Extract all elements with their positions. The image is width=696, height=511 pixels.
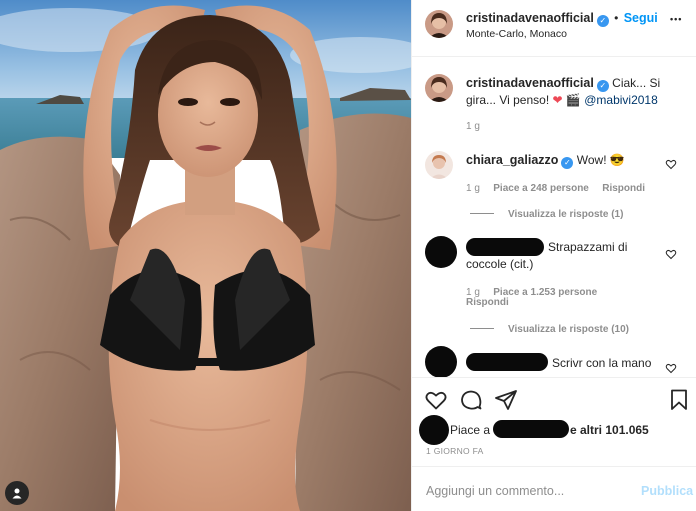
verified-icon: ✓	[561, 157, 574, 169]
actions-divider	[412, 377, 696, 378]
commenter-username[interactable]: chiara_galiazzo	[466, 153, 558, 167]
comment-meta: 1 g Piace a 1.253 persone	[466, 284, 597, 298]
clapper-emoji: 🎬	[565, 93, 581, 107]
post-side-panel: cristinadavenaofficial ✓ • Segui Monte-Ca…	[411, 0, 696, 511]
comment-icon[interactable]	[459, 388, 483, 412]
likes-count[interactable]: e altri 101.065	[570, 423, 649, 437]
post-timestamp[interactable]: 1 GIORNO FA	[426, 446, 484, 456]
location-link[interactable]: Monte-Carlo, Monaco	[466, 28, 567, 40]
header-separator: •	[614, 11, 619, 25]
caption-username[interactable]: cristinadavenaofficial	[466, 76, 594, 90]
view-replies-label: Visualizza le risposte (10)	[508, 324, 629, 335]
photo-image	[0, 0, 411, 511]
caption-line-2: gira... Vi penso! ❤ 🎬 @mabivi2018	[466, 93, 658, 107]
comment-likes[interactable]: Piace a 248 persone	[493, 183, 589, 194]
heart-small-icon[interactable]	[665, 158, 677, 170]
redacted-username	[466, 238, 544, 256]
comment-text-1: Strapazzami di	[548, 240, 628, 254]
comment-text: Wow!	[576, 153, 607, 167]
commenter-avatar[interactable]	[425, 151, 453, 179]
redacted-liker-avatar	[419, 415, 449, 445]
follow-button[interactable]: Segui	[624, 11, 658, 25]
verified-icon: ✓	[596, 80, 609, 92]
caption-mention[interactable]: @mabivi2018	[584, 93, 658, 107]
likes-prefix: Piace a	[450, 423, 491, 437]
caption-time[interactable]: 1 g	[466, 121, 480, 132]
comment-box-divider	[412, 466, 696, 467]
comment-meta: 1 g Piace a 248 persone Rispondi	[466, 180, 645, 194]
reply-button[interactable]: Rispondi	[466, 297, 509, 308]
save-icon[interactable]	[667, 388, 691, 412]
heart-small-icon[interactable]	[665, 248, 677, 260]
header-author-line: cristinadavenaofficial ✓ • Segui	[466, 11, 658, 27]
comment-input[interactable]: Aggiungi un commento...	[426, 484, 564, 498]
redacted-avatar	[425, 346, 457, 378]
comment-line: chiara_galiazzo ✓ Wow! 😎	[466, 153, 625, 169]
comment-text: Scrivr con la mano	[552, 356, 652, 370]
view-replies-line	[470, 328, 494, 329]
publish-button[interactable]: Pubblica	[641, 484, 693, 498]
view-replies-label: Visualizza le risposte (1)	[508, 209, 624, 220]
more-options-icon[interactable]: •••	[670, 14, 682, 24]
caption-text-1: Ciak... Si	[612, 76, 661, 90]
caption-text-2: gira... Vi penso!	[466, 93, 550, 107]
caption-avatar[interactable]	[425, 74, 453, 102]
share-icon[interactable]	[494, 388, 518, 412]
comment-time[interactable]: 1 g	[466, 183, 480, 194]
redacted-liker-name	[493, 420, 569, 438]
header-divider	[412, 56, 696, 57]
verified-icon: ✓	[596, 15, 609, 27]
caption-line-1: cristinadavenaofficial ✓ Ciak... Si	[466, 76, 660, 92]
reply-button[interactable]: Rispondi	[602, 183, 645, 194]
view-replies-button[interactable]: Visualizza le risposte (10)	[470, 324, 629, 335]
heart-small-icon[interactable]	[665, 362, 677, 374]
heart-emoji: ❤	[552, 93, 563, 107]
author-username[interactable]: cristinadavenaofficial	[466, 11, 594, 25]
view-replies-line	[470, 213, 494, 214]
view-replies-button[interactable]: Visualizza le risposte (1)	[470, 209, 623, 220]
post-photo[interactable]	[0, 0, 411, 511]
author-avatar[interactable]	[425, 10, 453, 38]
person-tag-icon[interactable]	[5, 481, 29, 505]
redacted-avatar	[425, 236, 457, 268]
comment-text-2: coccole (cit.)	[466, 257, 534, 271]
like-icon[interactable]	[424, 388, 448, 412]
sunglasses-emoji: 😎	[609, 153, 625, 167]
redacted-username	[466, 353, 548, 371]
